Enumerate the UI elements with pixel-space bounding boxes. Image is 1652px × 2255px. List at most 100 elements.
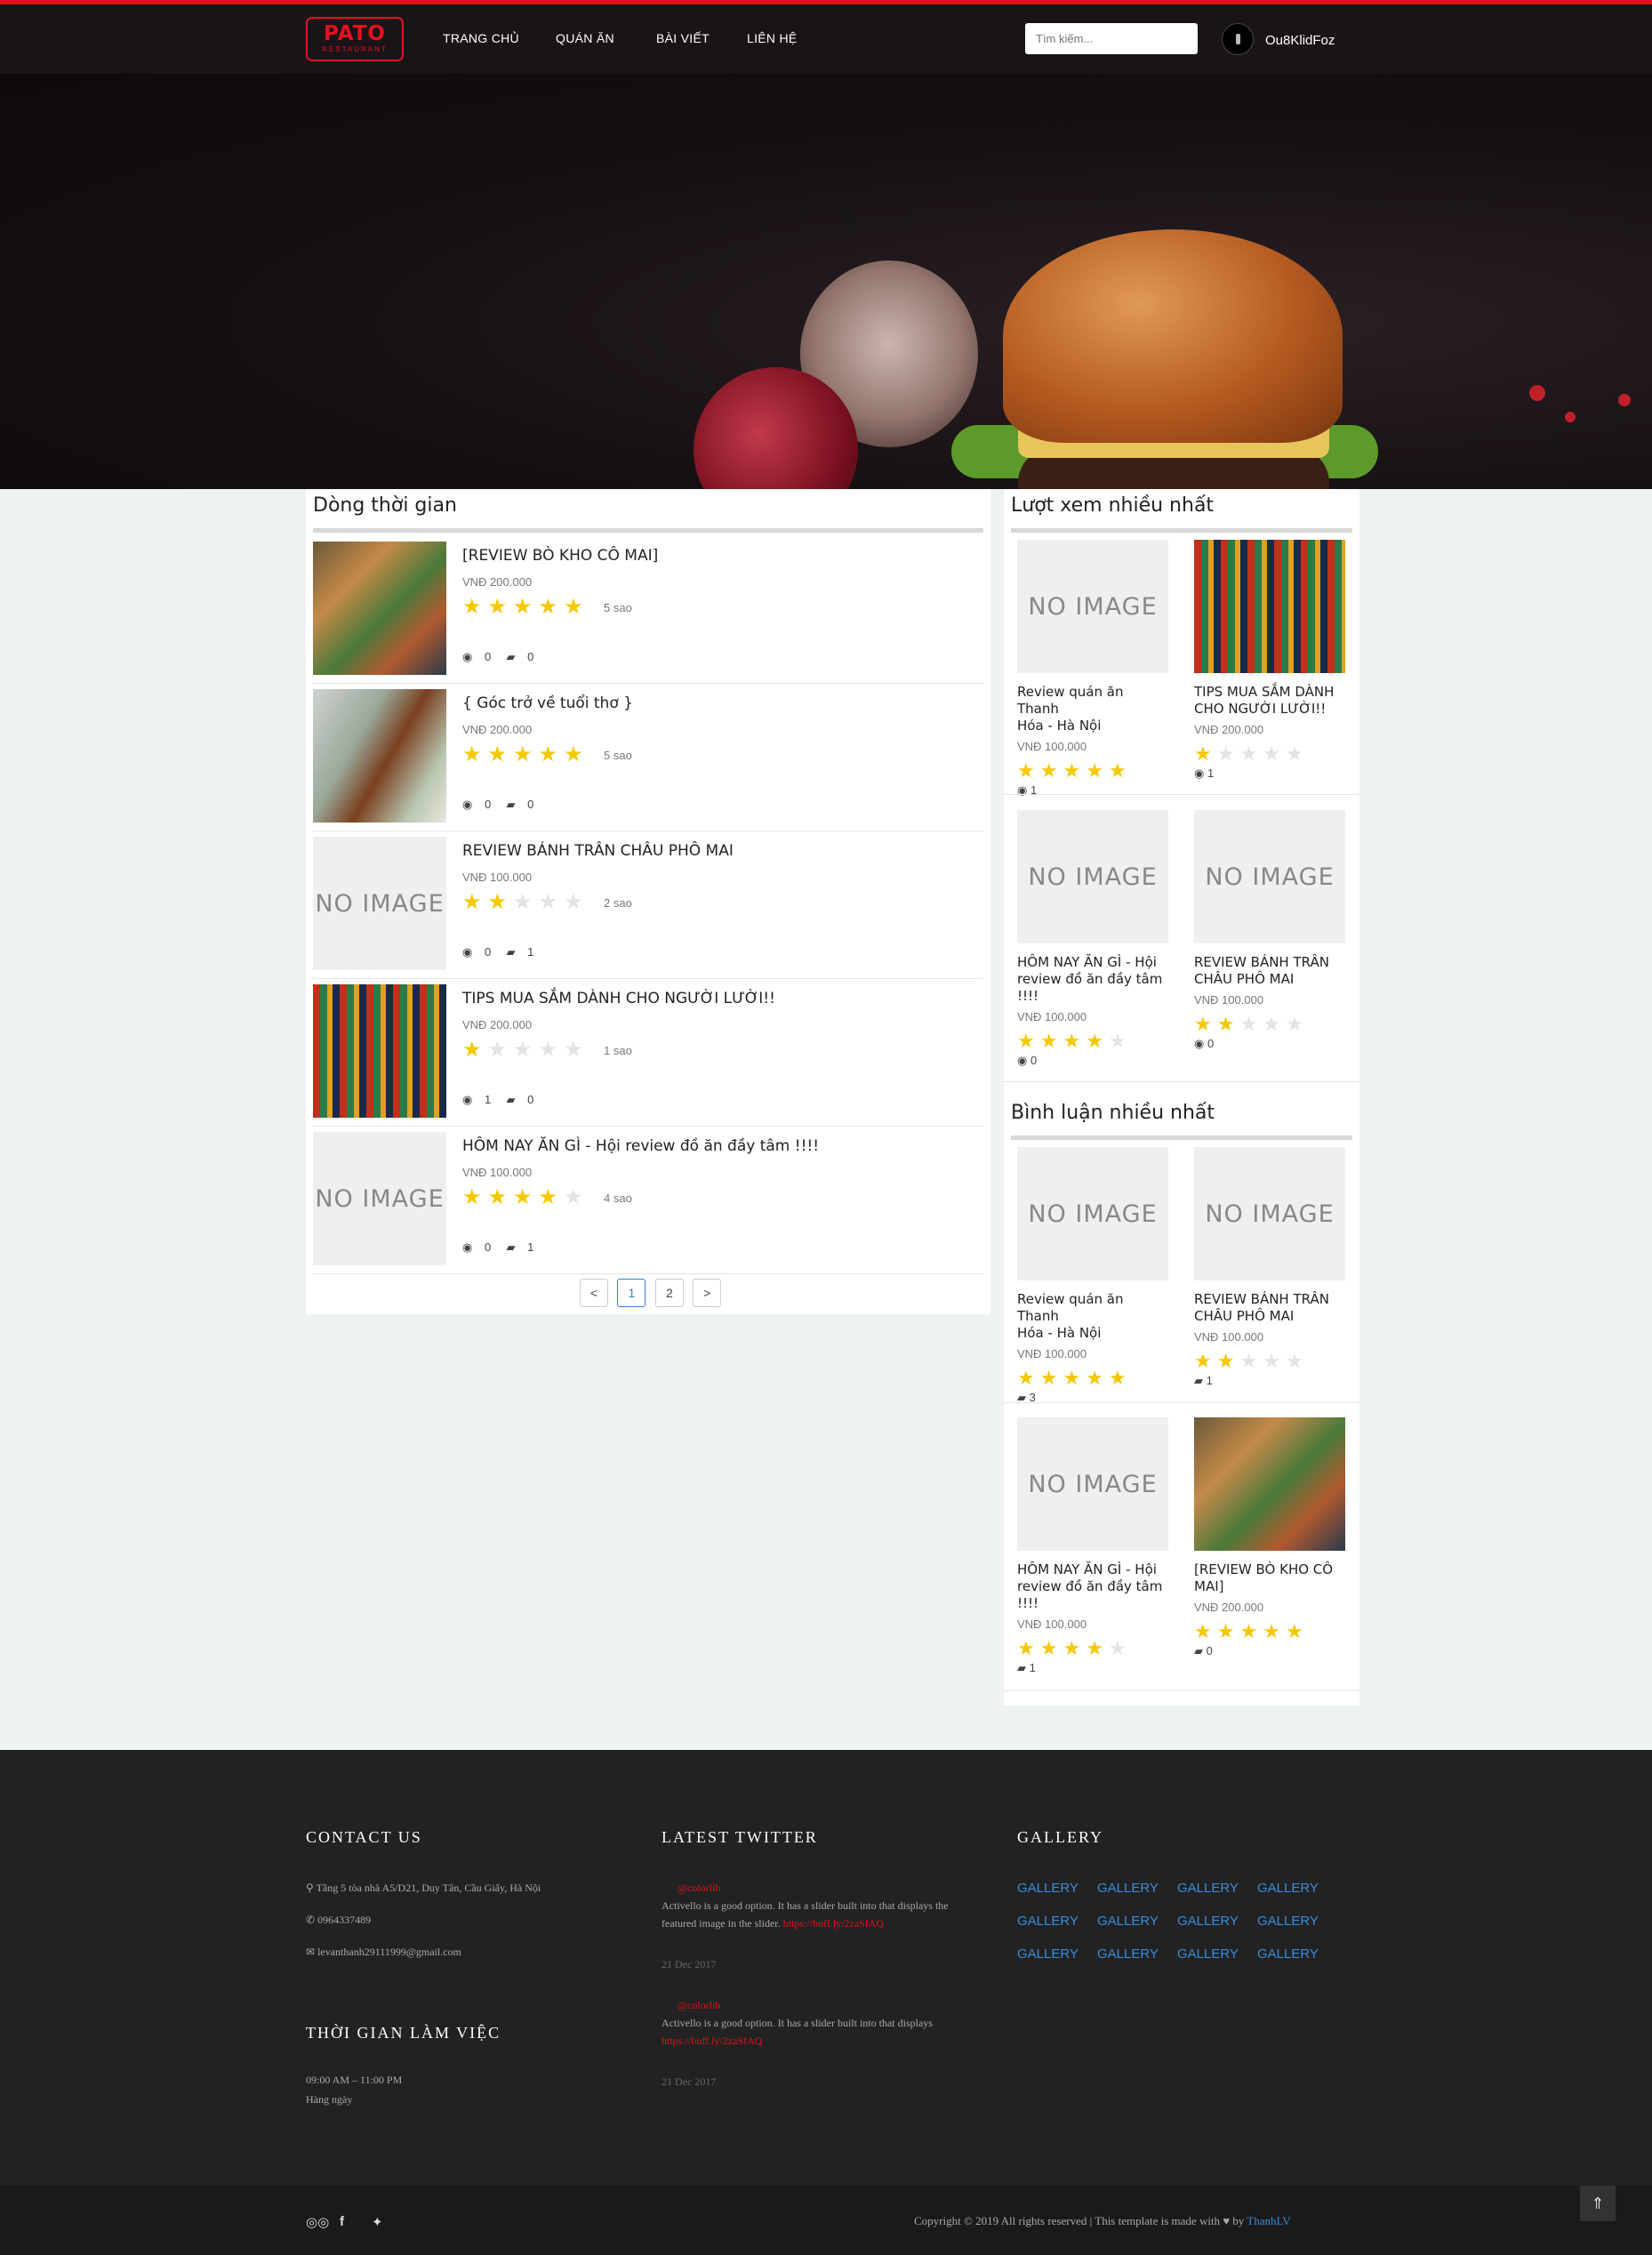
- page-2-button[interactable]: 2: [654, 1279, 684, 1307]
- item-thumbnail[interactable]: [313, 689, 446, 823]
- card-price: VNĐ 200.000: [1194, 1601, 1264, 1614]
- gallery-image[interactable]: GALLERY: [1257, 1946, 1319, 1962]
- card-title[interactable]: HÔM NAY ĂN GÌ - Hội review đồ ăn đầy tâm!…: [1017, 954, 1168, 1005]
- nav-home[interactable]: TRANG CHỦ: [443, 31, 519, 45]
- card-title[interactable]: Review quán ăn Thanh Hóa - Hà Nội: [1017, 1291, 1168, 1342]
- star-icon: ★: [1216, 742, 1235, 765]
- post-card[interactable]: NO IMAGE HÔM NAY ĂN GÌ - Hội review đồ ăn …: [1017, 1417, 1168, 1675]
- gallery-image[interactable]: GALLERY: [1017, 1881, 1079, 1896]
- tweet-handle[interactable]: @colorlib: [678, 1997, 720, 2013]
- card-thumbnail[interactable]: NO IMAGE: [1194, 1147, 1345, 1280]
- user-name[interactable]: Ou8KlidFoz: [1265, 33, 1335, 48]
- post-card[interactable]: NO IMAGE REVIEW BÁNH TRÂN CHÂU PHÔ MAI VNĐ …: [1194, 1147, 1345, 1388]
- card-title[interactable]: HÔM NAY ĂN GÌ - Hội review đồ ăn đầy tâm!…: [1017, 1561, 1168, 1612]
- gallery-image[interactable]: GALLERY: [1257, 1914, 1319, 1929]
- timeline-item[interactable]: TIPS MUA SẮM DÀNH CHO NGƯỜI LƯỜI!! VNĐ 20…: [313, 979, 983, 1127]
- star-icon: ★: [1263, 1013, 1280, 1035]
- star-icon: ★: [538, 890, 558, 914]
- timeline-item[interactable]: NO IMAGE HÔM NAY ĂN GÌ - Hội review đồ ăn…: [313, 1127, 983, 1274]
- page-1-button[interactable]: 1: [617, 1279, 646, 1307]
- card-thumbnail[interactable]: NO IMAGE: [1017, 1147, 1168, 1280]
- site-footer: CONTACT US ⚲ Tầng 5 tòa nhà A5/D21, Duy …: [0, 1750, 1652, 2186]
- nav-posts[interactable]: BÀI VIẾT: [656, 31, 710, 45]
- gallery-image[interactable]: GALLERY: [1177, 1914, 1239, 1929]
- item-title[interactable]: [REVIEW BÒ KHO CÔ MAI]: [462, 547, 658, 565]
- card-title[interactable]: [REVIEW BÒ KHO CÔ MAI]: [1194, 1561, 1345, 1595]
- user-avatar[interactable]: [1222, 23, 1254, 55]
- card-thumbnail[interactable]: NO IMAGE: [1194, 810, 1345, 943]
- card-title[interactable]: Review quán ăn Thanh Hóa - Hà Nội: [1017, 684, 1168, 734]
- card-thumbnail[interactable]: [1194, 1417, 1345, 1551]
- star-icon: ★: [538, 742, 558, 766]
- item-thumbnail[interactable]: NO IMAGE: [313, 1132, 446, 1265]
- gallery-image[interactable]: GALLERY: [1017, 1946, 1079, 1962]
- star-icon: ★: [1086, 1637, 1103, 1659]
- star-icon: ★: [487, 890, 508, 914]
- page-prev-button[interactable]: <: [580, 1279, 608, 1307]
- card-meta: ▰ 1: [1194, 1374, 1345, 1388]
- star-icon: ★: [538, 595, 558, 619]
- item-thumbnail[interactable]: [313, 542, 446, 675]
- no-image-label: NO IMAGE: [1205, 1200, 1335, 1228]
- search-input[interactable]: [1025, 23, 1198, 54]
- gallery-image[interactable]: GALLERY: [1097, 1946, 1159, 1962]
- twitter-icon[interactable]: ✦: [372, 2214, 383, 2230]
- brand-name: PATO: [323, 22, 386, 45]
- post-card[interactable]: [REVIEW BÒ KHO CÔ MAI] VNĐ 200.000 ★ ★ ★ ★ ★ ▰ 0: [1194, 1417, 1345, 1658]
- tweet-link[interactable]: https://buff.ly/2zaSfAQ: [662, 2033, 762, 2049]
- nav-contact[interactable]: LIÊN HỆ: [747, 31, 798, 45]
- envelope-icon: ✉: [306, 1946, 318, 1958]
- gallery-image[interactable]: GALLERY: [1177, 1946, 1239, 1962]
- post-card[interactable]: NO IMAGE HÔM NAY ĂN GÌ - Hội review đồ ăn …: [1017, 810, 1168, 1068]
- star-icon: ★: [1063, 1030, 1081, 1052]
- card-title[interactable]: REVIEW BÁNH TRÂN CHÂU PHÔ MAI: [1194, 1291, 1345, 1325]
- comment-count: 1: [527, 945, 534, 959]
- item-title[interactable]: TIPS MUA SẮM DÀNH CHO NGƯỜI LƯỜI!!: [462, 990, 775, 1007]
- post-card[interactable]: NO IMAGE Review quán ăn Thanh Hóa - Hà Nội…: [1017, 540, 1168, 798]
- post-card[interactable]: NO IMAGE Review quán ăn Thanh Hóa - Hà Nội…: [1017, 1147, 1168, 1405]
- item-title[interactable]: { Góc trở về tuổi thơ }: [462, 694, 633, 712]
- gallery-image[interactable]: GALLERY: [1097, 1881, 1159, 1896]
- timeline-item[interactable]: [REVIEW BÒ KHO CÔ MAI] VNĐ 200.000 ★ ★ ★ ★ ★ 5 …: [313, 536, 983, 684]
- no-image-label: NO IMAGE: [315, 889, 445, 918]
- comment-count: 0: [527, 650, 534, 663]
- item-meta: ◉ 0 ▰ 0: [462, 650, 542, 664]
- post-card[interactable]: TIPS MUA SẮM DÀNH CHO NGƯỜI LƯỜI!! VNĐ 200…: [1194, 540, 1345, 781]
- card-price: VNĐ 100.000: [1194, 1330, 1264, 1344]
- card-title[interactable]: TIPS MUA SẮM DÀNH CHO NGƯỜI LƯỜI!!: [1194, 684, 1345, 718]
- no-image-label: NO IMAGE: [1205, 863, 1335, 891]
- item-title[interactable]: HÔM NAY ĂN GÌ - Hội review đồ ăn đầy tâm…: [462, 1137, 819, 1155]
- card-title-line: Review quán ăn Thanh: [1017, 684, 1124, 717]
- card-title[interactable]: REVIEW BÁNH TRÂN CHÂU PHÔ MAI: [1194, 954, 1345, 988]
- back-to-top-button[interactable]: ⇑: [1580, 2186, 1616, 2221]
- tweet-link[interactable]: https://buff.ly/2zaSfAQ: [783, 1917, 884, 1930]
- card-thumbnail[interactable]: [1194, 540, 1345, 673]
- page-next-button[interactable]: >: [693, 1279, 722, 1307]
- view-count: 0: [484, 945, 492, 959]
- item-title[interactable]: REVIEW BÁNH TRÂN CHÂU PHÔ MAI: [462, 842, 734, 860]
- card-thumbnail[interactable]: NO IMAGE: [1017, 810, 1168, 943]
- gallery-image[interactable]: GALLERY: [1257, 1881, 1319, 1896]
- pagination: < 1 2 >: [580, 1279, 726, 1307]
- brand-logo[interactable]: PATO RESTAURANT: [306, 17, 404, 61]
- author-link[interactable]: ThanhLV: [1247, 2214, 1290, 2227]
- tripadvisor-icon[interactable]: ◎◎: [306, 2214, 329, 2230]
- tweet-handle[interactable]: @colorlib: [678, 1880, 720, 1896]
- item-thumbnail[interactable]: [313, 984, 446, 1118]
- timeline-item[interactable]: NO IMAGE REVIEW BÁNH TRÂN CHÂU PHÔ MAI VNĐ…: [313, 831, 983, 979]
- gallery-image[interactable]: GALLERY: [1177, 1881, 1239, 1896]
- timeline-title: Dòng thời gian: [313, 494, 457, 517]
- gallery-image[interactable]: GALLERY: [1097, 1914, 1159, 1929]
- post-card[interactable]: NO IMAGE REVIEW BÁNH TRÂN CHÂU PHÔ MAI VNĐ …: [1194, 810, 1345, 1051]
- card-thumbnail[interactable]: NO IMAGE: [1017, 1417, 1168, 1551]
- facebook-icon[interactable]: f: [340, 2214, 344, 2229]
- item-rating: ★ ★ ★ ★ ★: [462, 744, 589, 766]
- star-icon: ★: [1263, 1350, 1280, 1372]
- card-count: 1: [1206, 1374, 1213, 1387]
- card-thumbnail[interactable]: NO IMAGE: [1017, 540, 1168, 673]
- gallery-image[interactable]: GALLERY: [1017, 1914, 1079, 1929]
- timeline-item[interactable]: { Góc trở về tuổi thơ } VNĐ 200.000 ★ ★ ★ ★ ★ 5…: [313, 684, 983, 831]
- item-thumbnail[interactable]: NO IMAGE: [313, 837, 446, 970]
- nav-restaurants[interactable]: QUÁN ĂN: [556, 31, 614, 45]
- item-rating-label: 4 sao: [604, 1192, 632, 1205]
